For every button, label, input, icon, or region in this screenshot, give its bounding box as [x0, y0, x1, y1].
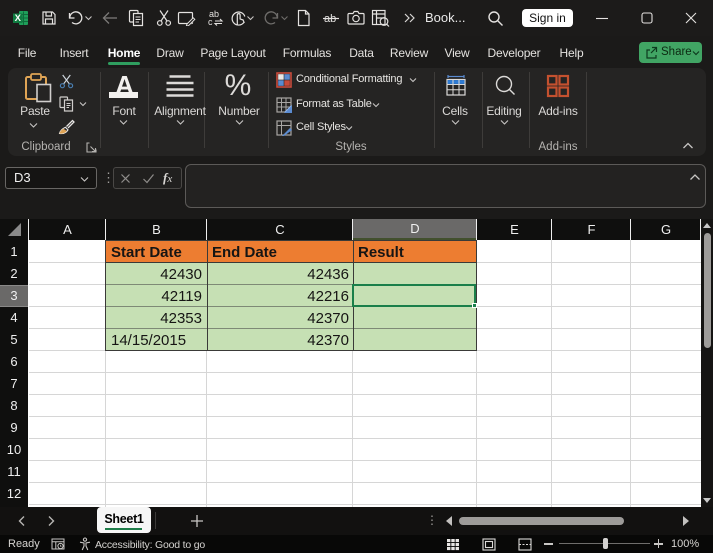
svg-text:X: X — [15, 13, 22, 24]
svg-text:c: c — [208, 17, 213, 27]
